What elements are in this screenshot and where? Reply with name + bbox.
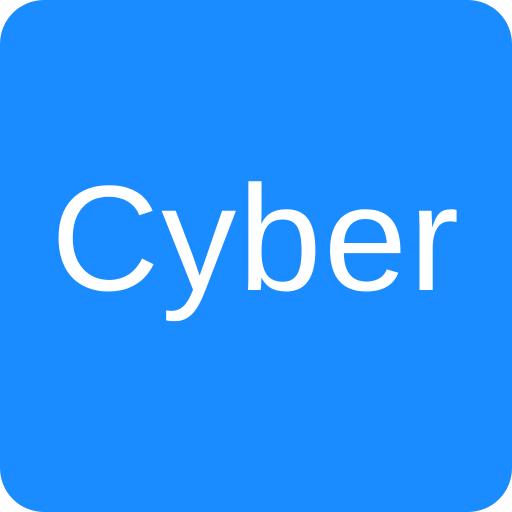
app-icon: Cyber <box>0 0 512 512</box>
app-icon-label: Cyber <box>50 154 462 322</box>
